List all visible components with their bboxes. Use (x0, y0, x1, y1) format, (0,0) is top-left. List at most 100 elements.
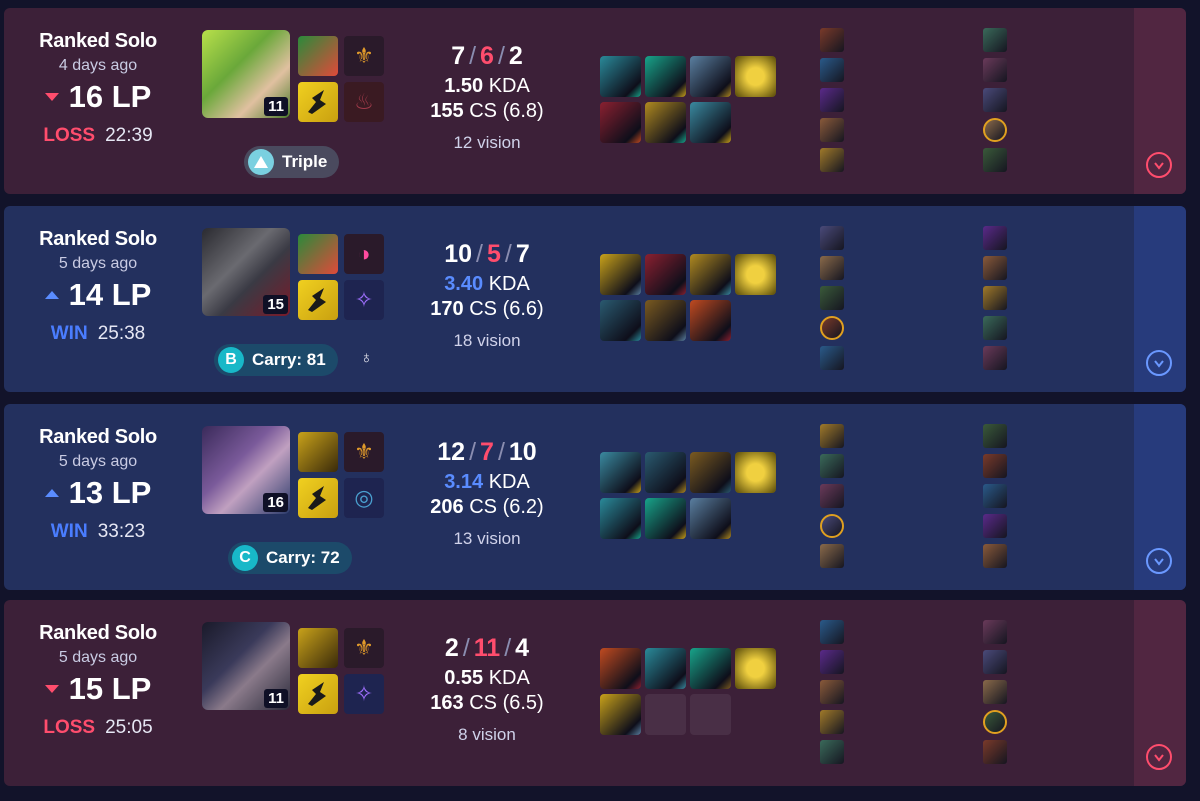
ally-champion-icon[interactable] (820, 680, 844, 704)
ally-champion-icon[interactable] (820, 740, 844, 764)
enemy-champion-icon[interactable] (983, 424, 1007, 448)
item-icon[interactable] (690, 452, 731, 493)
ally-champion-icon[interactable] (820, 514, 844, 538)
item-icon[interactable] (645, 254, 686, 295)
item-icon[interactable] (600, 694, 641, 735)
flash-spell-icon[interactable] (298, 478, 338, 518)
queue-type: Ranked Solo (39, 622, 157, 644)
enemy-champion-icon[interactable] (983, 484, 1007, 508)
ally-champion-icon[interactable] (820, 58, 844, 82)
summoner-spell-icon[interactable] (298, 432, 338, 472)
ally-champion-icon[interactable] (820, 286, 844, 310)
ally-champion-icon[interactable] (820, 346, 844, 370)
item-icon[interactable] (600, 452, 641, 493)
item-icon[interactable] (645, 498, 686, 539)
champion-portrait[interactable]: 15 (202, 228, 290, 316)
item-icon[interactable] (690, 498, 731, 539)
kills: 7 (451, 42, 466, 70)
performance-badge[interactable]: C Carry: 72 (228, 542, 352, 574)
ally-champion-icon[interactable] (820, 28, 844, 52)
item-icon[interactable] (600, 300, 641, 341)
ally-champion-icon[interactable] (820, 148, 844, 172)
queue-type: Ranked Solo (39, 228, 157, 250)
kda-ratio: 3.14 KDA (402, 471, 572, 494)
enemy-champion-icon[interactable] (983, 256, 1007, 280)
ally-champion-icon[interactable] (820, 88, 844, 112)
item-icon[interactable] (600, 102, 641, 143)
item-icon[interactable] (735, 648, 776, 689)
item-icon[interactable] (645, 102, 686, 143)
match-card[interactable]: Ranked Solo 5 days ago 14 LP WIN 25:38 15 ◑ ✧ B C… (4, 206, 1186, 392)
expand-button[interactable] (1146, 744, 1172, 770)
expand-button[interactable] (1146, 548, 1172, 574)
enemy-champion-icon[interactable] (983, 454, 1007, 478)
summoner-spell-icon[interactable] (298, 36, 338, 76)
ally-champion-icon[interactable] (820, 256, 844, 280)
summoner-spell-icon[interactable] (298, 628, 338, 668)
match-duration: 33:23 (97, 521, 146, 542)
ally-champion-icon[interactable] (820, 620, 844, 644)
item-icon[interactable] (690, 254, 731, 295)
performance-badge[interactable]: Triple (244, 146, 340, 178)
enemy-champion-icon[interactable] (983, 316, 1007, 340)
ally-champion-icon[interactable] (820, 118, 844, 142)
enemy-champion-icon[interactable] (983, 226, 1007, 250)
item-icon[interactable] (690, 102, 731, 143)
lp-value: 14 LP (68, 277, 152, 312)
flash-spell-icon[interactable] (298, 82, 338, 122)
item-icon[interactable] (600, 56, 641, 97)
enemy-champion-icon[interactable] (983, 740, 1007, 764)
ally-champion-icon[interactable] (820, 424, 844, 448)
flash-spell-icon[interactable] (298, 280, 338, 320)
ally-champion-icon[interactable] (820, 226, 844, 250)
enemy-champion-icon[interactable] (983, 58, 1007, 82)
summoner-spell-icon[interactable] (298, 234, 338, 274)
champion-portrait[interactable]: 16 (202, 426, 290, 514)
item-icon[interactable] (690, 56, 731, 97)
kda-value: 1.50 (444, 75, 484, 97)
enemy-champion-icon[interactable] (983, 710, 1007, 734)
item-icon[interactable] (645, 452, 686, 493)
enemy-champion-icon[interactable] (983, 544, 1007, 568)
enemy-champion-icon[interactable] (983, 286, 1007, 310)
champion-portrait[interactable]: 11 (202, 30, 290, 118)
enemy-champion-icon[interactable] (983, 88, 1007, 112)
time-ago: 5 days ago (58, 453, 138, 470)
ally-champion-icon[interactable] (820, 454, 844, 478)
item-icon[interactable] (645, 300, 686, 341)
enemy-champion-icon[interactable] (983, 620, 1007, 644)
ally-champion-icon[interactable] (820, 650, 844, 674)
match-result: WIN (50, 521, 88, 542)
enemy-champion-icon[interactable] (983, 680, 1007, 704)
item-icon[interactable] (645, 648, 686, 689)
separator: / (504, 240, 512, 268)
enemy-champion-icon[interactable] (983, 650, 1007, 674)
ally-champion-icon[interactable] (820, 710, 844, 734)
enemy-champion-icon[interactable] (983, 118, 1007, 142)
flash-spell-icon[interactable] (298, 674, 338, 714)
item-icon[interactable] (645, 56, 686, 97)
match-card[interactable]: Ranked Solo 4 days ago 16 LP LOSS 22:39 11 ⚜ ♨ T… (4, 8, 1186, 194)
item-icon[interactable] (690, 300, 731, 341)
performance-badge[interactable]: B Carry: 81 (214, 344, 338, 376)
enemy-champion-icon[interactable] (983, 514, 1007, 538)
item-icon[interactable] (600, 498, 641, 539)
item-icon[interactable] (600, 254, 641, 295)
expand-button[interactable] (1146, 152, 1172, 178)
match-card[interactable]: Ranked Solo 5 days ago 13 LP WIN 33:23 16 ⚜ ◎ C C… (4, 404, 1186, 590)
item-icon[interactable] (735, 56, 776, 97)
match-card[interactable]: Ranked Solo 5 days ago 15 LP LOSS 25:05 11 ⚜ ✧ 2… (4, 600, 1186, 786)
ally-champion-icon[interactable] (820, 544, 844, 568)
ally-champion-icon[interactable] (820, 484, 844, 508)
item-icon[interactable] (690, 648, 731, 689)
enemy-champion-icon[interactable] (983, 28, 1007, 52)
item-icon[interactable] (600, 648, 641, 689)
item-icon[interactable] (735, 254, 776, 295)
enemy-champion-icon[interactable] (983, 148, 1007, 172)
item-icon[interactable] (735, 452, 776, 493)
enemy-champion-icon[interactable] (983, 346, 1007, 370)
creep-score: 163 CS (6.5) (402, 692, 572, 715)
champion-portrait[interactable]: 11 (202, 622, 290, 710)
ally-champion-icon[interactable] (820, 316, 844, 340)
expand-button[interactable] (1146, 350, 1172, 376)
